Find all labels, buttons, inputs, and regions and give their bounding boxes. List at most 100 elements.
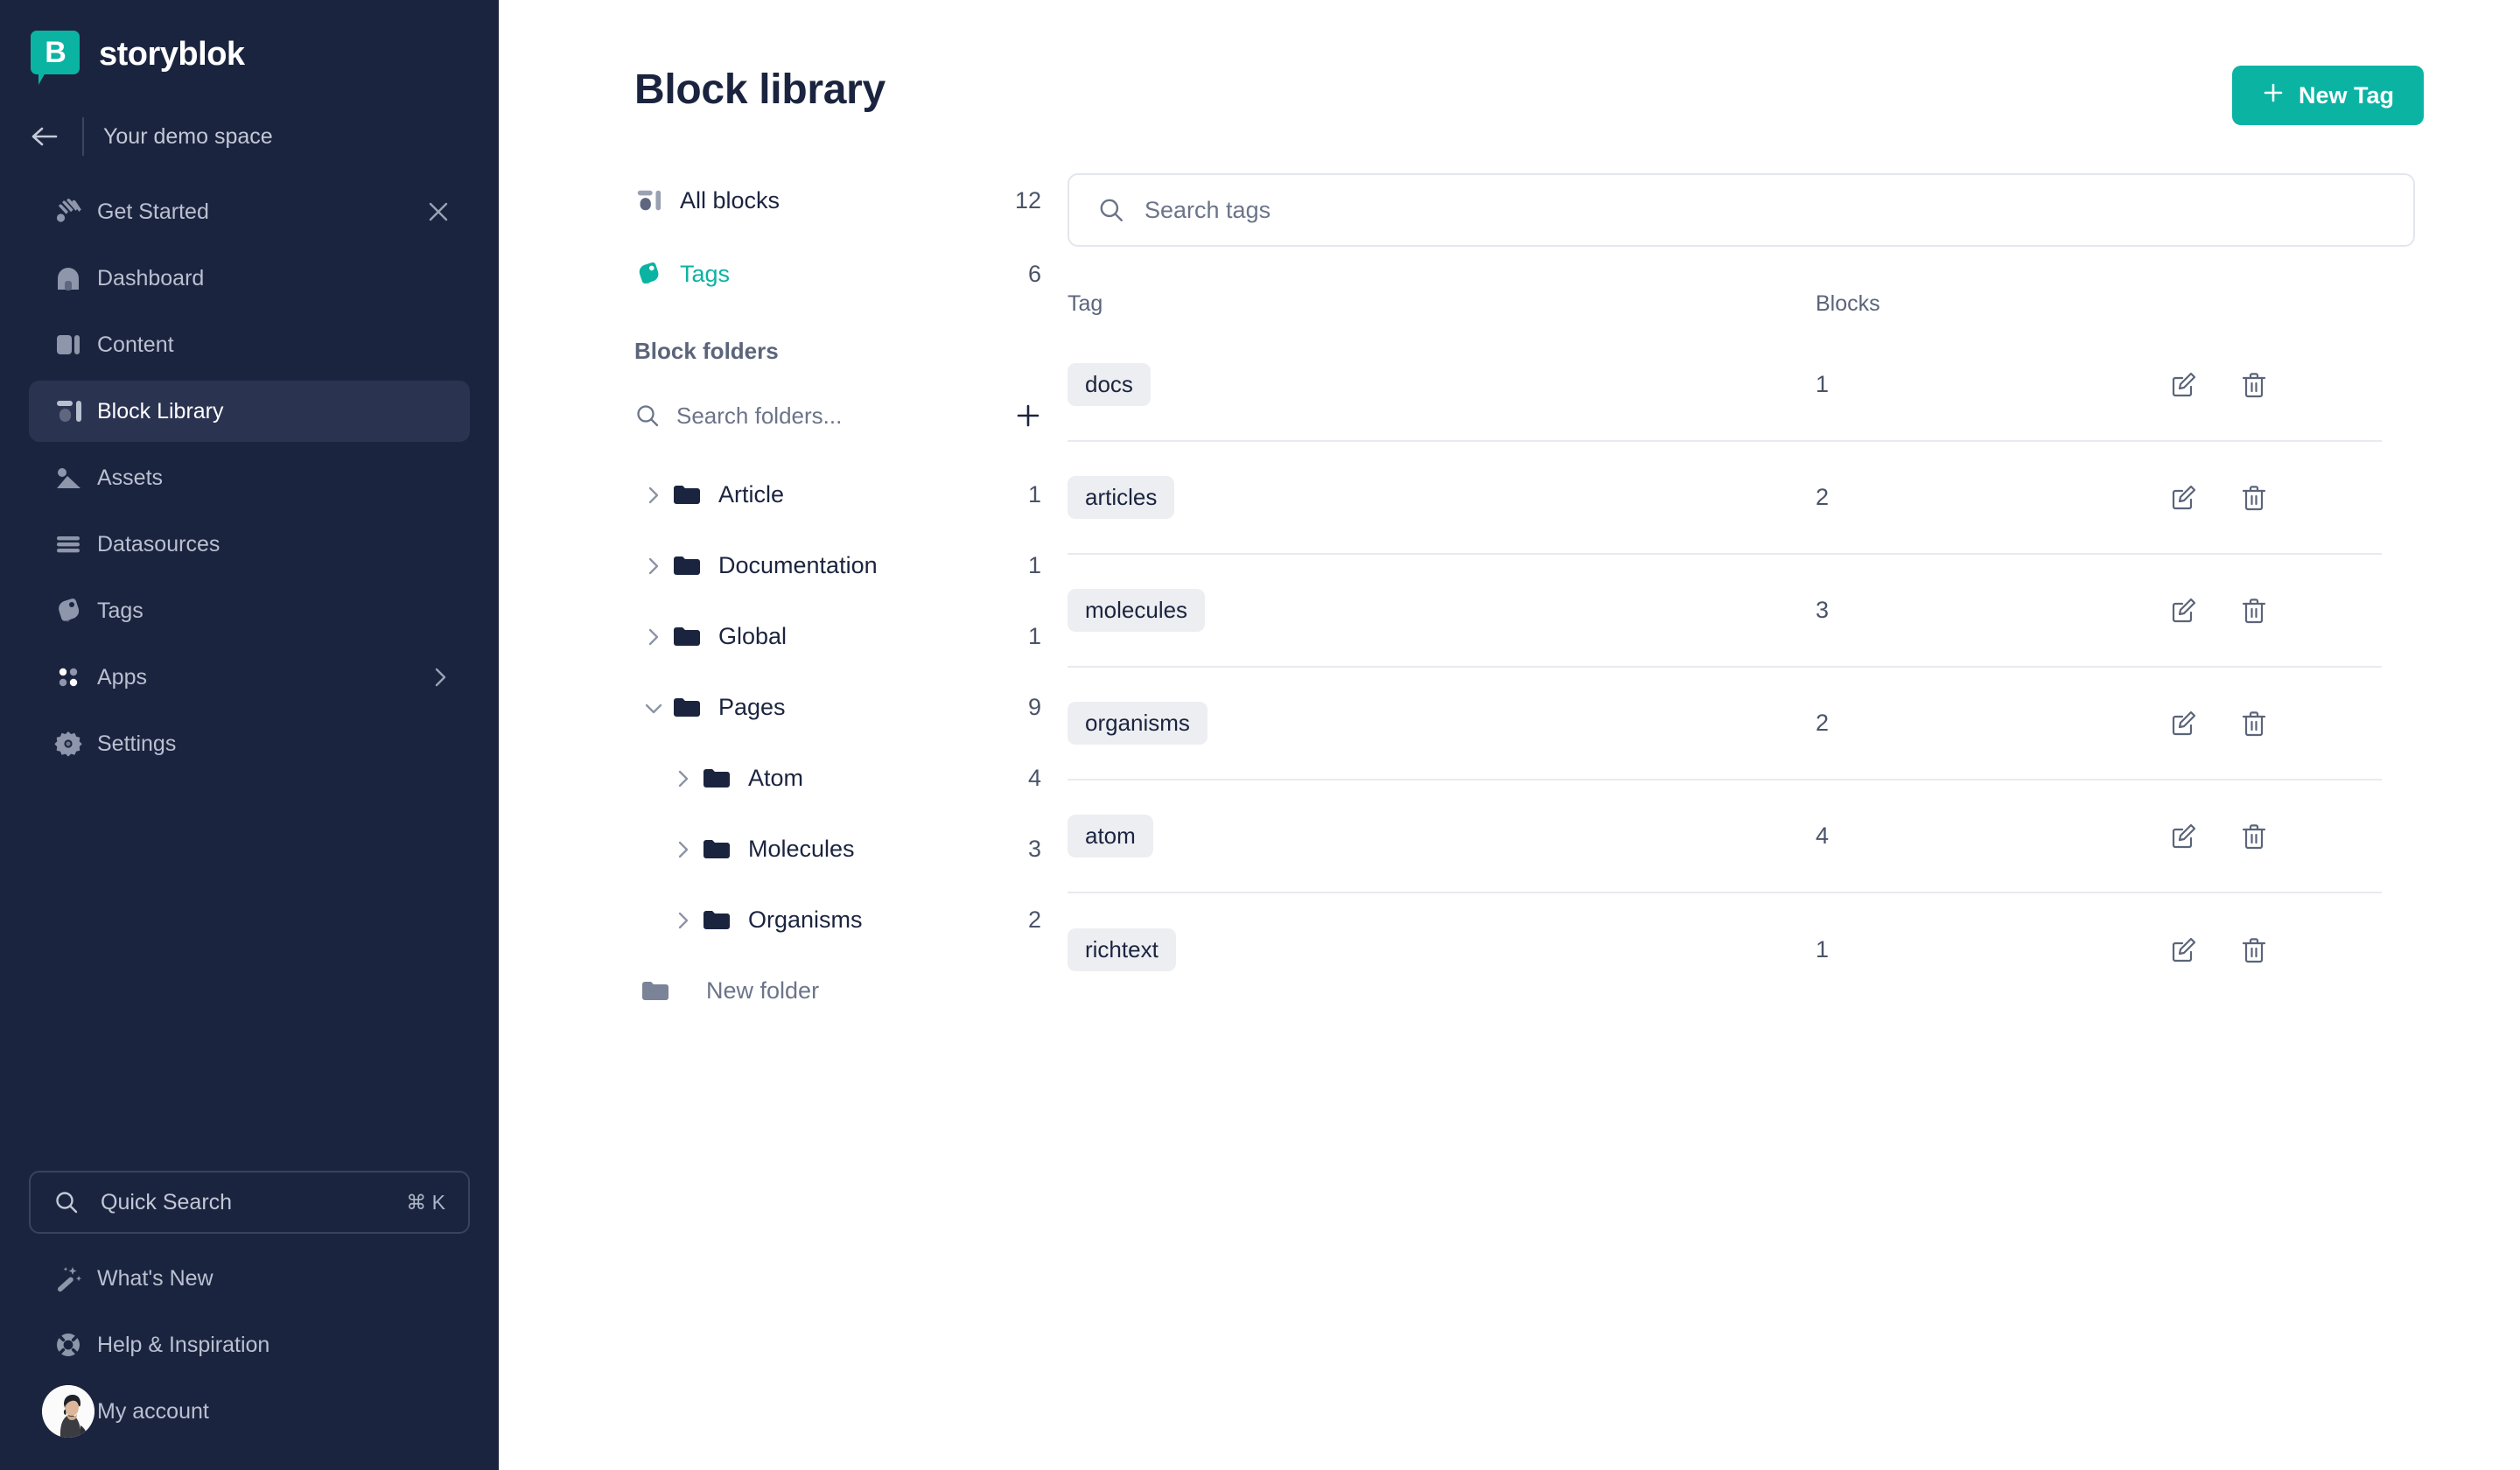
trash-icon[interactable] [2241, 597, 2267, 625]
tag-search-input[interactable]: Search tags [1144, 197, 1270, 224]
tag-chip[interactable]: organisms [1068, 702, 1208, 745]
folder-icon [703, 767, 748, 790]
quick-search-button[interactable]: Quick Search ⌘ K [29, 1171, 470, 1234]
tag-chip[interactable]: molecules [1068, 589, 1206, 632]
table-row[interactable]: molecules 3 [1068, 555, 2382, 668]
space-name: Your demo space [103, 123, 273, 149]
tree-item[interactable]: Atom 4 [634, 743, 1041, 814]
sidebar-item-datasources[interactable]: Datasources [29, 514, 470, 575]
tree-item-count: 2 [1027, 906, 1041, 933]
tree-item-count: 1 [1027, 552, 1041, 578]
tree-item-count: 1 [1027, 481, 1041, 508]
chevron-right-icon[interactable] [634, 556, 673, 576]
edit-icon[interactable] [2169, 597, 2197, 625]
tree-item[interactable]: Article 1 [634, 459, 1041, 530]
chevron-right-icon[interactable] [664, 840, 703, 859]
tree-item[interactable]: Global 1 [634, 601, 1041, 672]
column-header-blocks: Blocks [1816, 290, 1880, 316]
close-icon[interactable] [426, 200, 451, 224]
new-tag-button[interactable]: New Tag [2231, 66, 2424, 125]
tree-item[interactable]: Documentation 1 [634, 530, 1041, 601]
folder-search-input[interactable]: Search folders... [676, 402, 1015, 430]
edit-icon[interactable] [2169, 710, 2197, 738]
arrow-left-icon[interactable] [30, 119, 72, 154]
sidebar-item-help-inspiration[interactable]: Help & Inspiration [29, 1314, 470, 1376]
tag-block-count: 1 [1816, 936, 1830, 962]
search-icon [53, 1189, 80, 1215]
tree-item[interactable]: Pages 9 [634, 672, 1041, 743]
edit-icon[interactable] [2169, 936, 2197, 964]
sidebar-item-my-account[interactable]: My account [29, 1381, 470, 1442]
chevron-right-icon[interactable] [634, 627, 673, 647]
tag-chip[interactable]: docs [1068, 363, 1151, 406]
sidebar-item-tags[interactable]: Tags [29, 580, 470, 641]
tag-chip[interactable]: articles [1068, 476, 1175, 519]
brand-name: storyblok [99, 36, 245, 73]
sidebar-item-block-library[interactable]: Block Library [29, 381, 470, 442]
main-navigation: Get Started Dashboard Content Block Libr… [0, 176, 499, 780]
chevron-right-icon[interactable] [664, 911, 703, 930]
trash-icon[interactable] [2241, 822, 2267, 850]
content-icon [48, 330, 88, 360]
tag-icon [48, 596, 88, 626]
sidebar-item-label: My account [97, 1398, 209, 1424]
all-blocks-label: All blocks [680, 186, 780, 214]
quick-search-label: Quick Search [101, 1189, 233, 1214]
trash-icon[interactable] [2241, 710, 2267, 738]
lifebuoy-icon [48, 1330, 88, 1360]
add-folder-button[interactable] [1015, 402, 1041, 429]
tag-chip[interactable]: richtext [1068, 928, 1176, 971]
tree-item-count: 4 [1027, 765, 1041, 791]
folder-icon [703, 909, 748, 932]
new-tag-label: New Tag [2298, 81, 2394, 108]
tag-search-box[interactable]: Search tags [1068, 173, 2415, 247]
new-folder-label: New folder [706, 977, 820, 1004]
all-blocks-count: 12 [1014, 186, 1041, 214]
sidebar-item-label: Dashboard [97, 265, 205, 290]
magic-wand-icon [48, 1264, 88, 1293]
tree-item-label: Atom [748, 765, 804, 791]
table-row[interactable]: richtext 1 [1068, 893, 2382, 1006]
tree-item-label: Organisms [748, 906, 863, 933]
trash-icon[interactable] [2241, 371, 2267, 399]
sidebar-item-label: Content [97, 332, 174, 357]
trash-icon[interactable] [2241, 484, 2267, 512]
sidebar-item-content[interactable]: Content [29, 314, 470, 375]
sidebar-item-label: Assets [97, 465, 164, 490]
tag-block-count: 2 [1816, 710, 1830, 736]
tag-block-count: 1 [1816, 371, 1830, 397]
new-folder-button[interactable]: New folder [634, 956, 1041, 1026]
chevron-right-icon[interactable] [664, 769, 703, 788]
table-row[interactable]: organisms 2 [1068, 668, 2382, 780]
tag-chip[interactable]: atom [1068, 815, 1153, 858]
sidebar-item-label: What's New [97, 1265, 214, 1291]
sidebar-item-dashboard[interactable]: Dashboard [29, 248, 470, 309]
sidebar-item-settings[interactable]: Settings [29, 713, 470, 774]
tree-item[interactable]: Molecules 3 [634, 814, 1041, 885]
space-switcher[interactable]: Your demo space [0, 109, 499, 164]
tags-label: Tags [680, 260, 731, 287]
table-row[interactable]: articles 2 [1068, 442, 2382, 555]
edit-icon[interactable] [2169, 822, 2197, 850]
brand-logo[interactable]: B storyblok [0, 0, 499, 85]
trash-icon[interactable] [2241, 936, 2267, 964]
tree-item-label: Global [718, 623, 788, 649]
sidebar-item-assets[interactable]: Assets [29, 447, 470, 508]
tags-table: Tag Blocks docs 1 articles 2 molecules 3… [1068, 278, 2415, 1006]
chevron-right-icon[interactable] [430, 666, 451, 689]
table-row[interactable]: docs 1 [1068, 329, 2382, 442]
edit-icon[interactable] [2169, 484, 2197, 512]
chevron-down-icon[interactable] [634, 699, 673, 717]
sidebar-item-apps[interactable]: Apps [29, 647, 470, 708]
edit-icon[interactable] [2169, 371, 2197, 399]
tree-item[interactable]: Organisms 2 [634, 885, 1041, 956]
gear-icon [48, 729, 88, 759]
tags-item[interactable]: Tags 6 [634, 247, 1041, 301]
search-icon [634, 402, 676, 429]
chevron-right-icon[interactable] [634, 486, 673, 505]
all-blocks-item[interactable]: All blocks 12 [634, 173, 1041, 228]
tag-icon [634, 260, 680, 288]
sidebar-item-get-started[interactable]: Get Started [29, 181, 470, 242]
table-row[interactable]: atom 4 [1068, 780, 2382, 893]
sidebar-item-whats-new[interactable]: What's New [29, 1248, 470, 1309]
